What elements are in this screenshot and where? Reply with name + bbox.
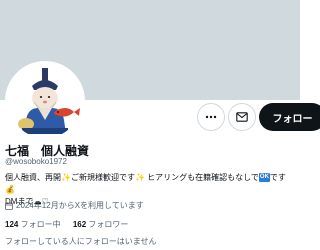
following-link[interactable]: 124 フォロー中: [5, 220, 61, 229]
envelope-icon: [236, 112, 248, 122]
following-label: フォロー中: [20, 220, 61, 229]
message-button[interactable]: [228, 103, 256, 131]
bio-text-3: ヒアリングも在籍確認もなしで: [144, 173, 259, 182]
bio-text-1: 個人融資、再開: [5, 173, 61, 182]
joined-text: 2024年12月からXを利用しています: [16, 201, 144, 210]
bio-text-4: です: [269, 173, 286, 182]
bio-text-2: ご新規様歓迎です: [70, 173, 135, 182]
mutual-followers-note: フォローしている人にフォローはいません: [5, 237, 157, 246]
avatar[interactable]: [5, 61, 85, 141]
more-icon: [205, 115, 217, 119]
more-options-button[interactable]: [197, 103, 225, 131]
joined-date: 2024年12月からXを利用しています: [5, 200, 144, 211]
avatar-illustration: [8, 64, 82, 138]
follow-stats: 124 フォロー中 162 フォロワー: [5, 219, 138, 230]
follow-button[interactable]: フォロー: [259, 103, 320, 131]
ok-badge-icon: OK: [258, 173, 270, 183]
sparkles-icon: ✨: [61, 173, 71, 182]
followers-label: フォロワー: [88, 220, 129, 229]
followers-count: 162: [72, 220, 87, 229]
user-handle: @wosoboko1972: [5, 157, 67, 166]
money-bag-icon: 💰: [5, 185, 15, 194]
sparkles-icon: ✨: [134, 173, 145, 182]
following-count: 124: [5, 220, 19, 229]
followers-link[interactable]: 162 フォロワー: [73, 220, 129, 229]
calendar-icon: [5, 201, 13, 210]
